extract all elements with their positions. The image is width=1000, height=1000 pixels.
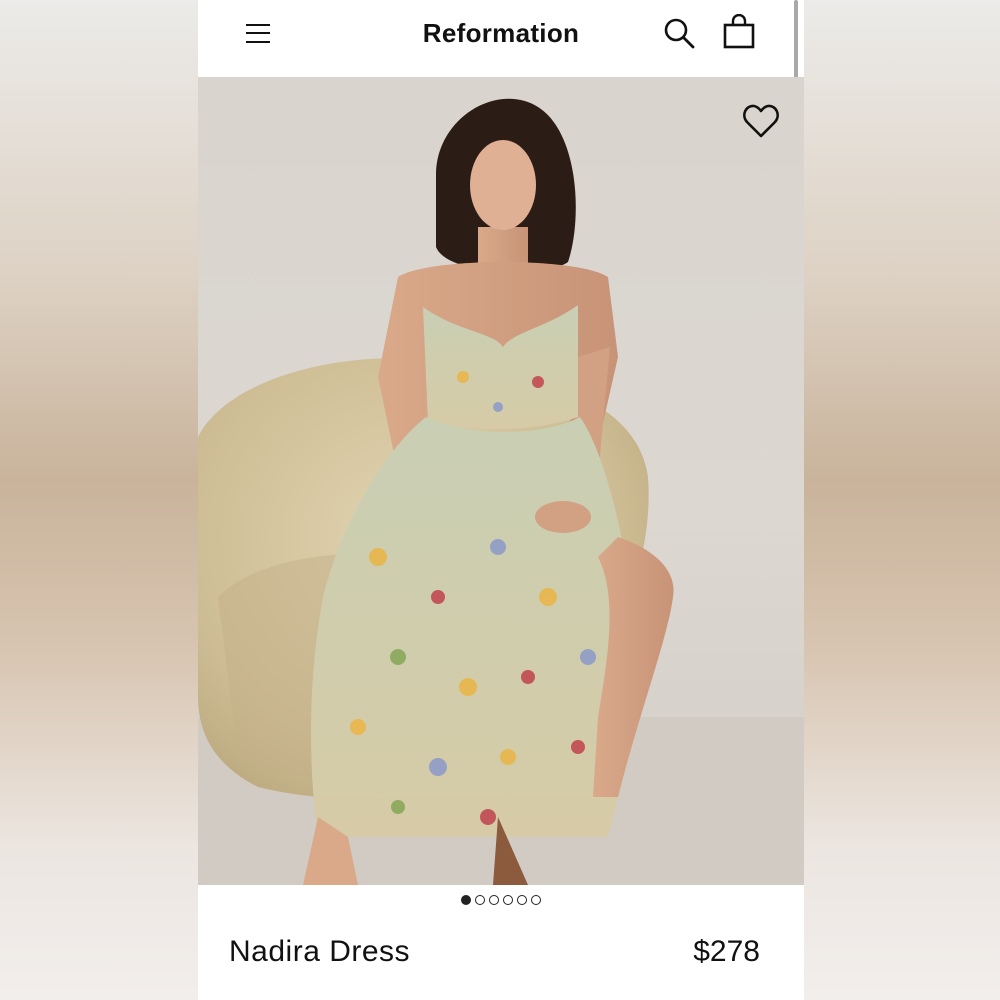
shopping-bag-icon[interactable]	[722, 13, 756, 50]
brand-logo[interactable]: Reformation	[198, 18, 804, 49]
carousel-dot[interactable]	[489, 895, 499, 905]
carousel-dot[interactable]	[531, 895, 541, 905]
top-navigation-bar: Reformation	[198, 0, 804, 192]
carousel-dot[interactable]	[503, 895, 513, 905]
phone-screen: Reformation Nadira Dress $278	[198, 0, 804, 1000]
search-icon[interactable]	[662, 16, 696, 50]
product-image[interactable]	[198, 77, 804, 885]
carousel-dot[interactable]	[517, 895, 527, 905]
carousel-dot[interactable]	[475, 895, 485, 905]
product-name[interactable]: Nadira Dress	[229, 935, 410, 969]
carousel-dot[interactable]	[461, 895, 471, 905]
product-price: $278	[693, 935, 760, 968]
background-blur-right	[804, 0, 1000, 1000]
product-photo	[198, 98, 804, 885]
carousel-indicators	[198, 895, 804, 911]
wishlist-heart-icon[interactable]	[742, 103, 780, 139]
background-blur-left	[0, 0, 198, 1000]
